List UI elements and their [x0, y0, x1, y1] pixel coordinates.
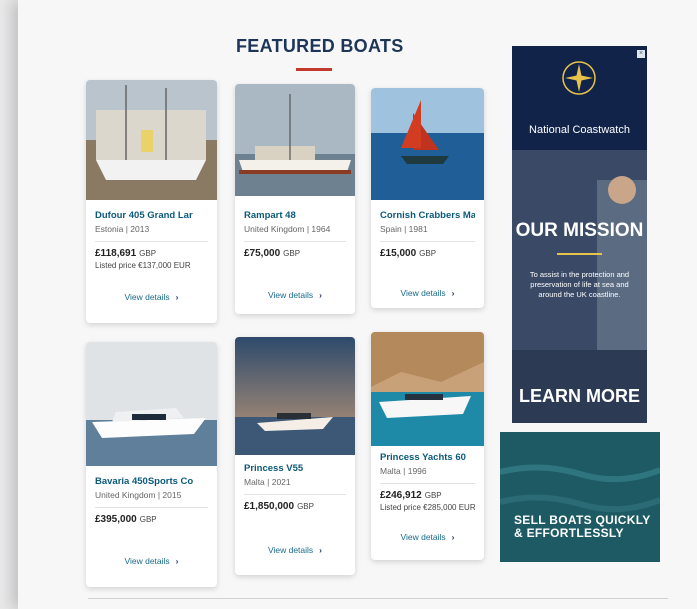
divider [95, 241, 208, 242]
boat-photo[interactable] [371, 88, 484, 200]
boat-name[interactable]: Princess V55 [244, 463, 346, 474]
boat-currency: GBP [139, 249, 157, 258]
section-title: FEATURED BOATS [236, 36, 404, 56]
boat-photo[interactable] [86, 80, 217, 200]
boat-name[interactable]: Rampart 48 [244, 210, 346, 221]
boat-name[interactable]: Bavaria 450Sports Co [95, 476, 208, 487]
divider [244, 241, 346, 242]
view-details-label[interactable]: View details [268, 290, 313, 300]
boat-name[interactable]: Cornish Crabbers Mar [380, 210, 475, 221]
view-details-label[interactable]: View details [400, 532, 445, 542]
boat-currency: GBP [283, 249, 301, 258]
view-details-link[interactable]: View details › [235, 290, 355, 300]
view-details-link[interactable]: View details › [235, 545, 355, 555]
boat-location: Estonia | 2013 [95, 224, 150, 234]
boat-photo[interactable] [371, 332, 484, 446]
compass-logo-icon [562, 61, 596, 95]
boat-name[interactable]: Dufour 405 Grand Lar [95, 210, 208, 221]
boat-price: £118,691 [95, 248, 137, 259]
ad-water-background [500, 432, 660, 562]
view-details-link[interactable]: View details › [371, 532, 484, 542]
chevron-right-icon: › [451, 532, 455, 542]
view-details-link[interactable]: View details › [86, 292, 217, 302]
boat-location: Malta | 1996 [380, 466, 427, 476]
boat-listed-price: Listed price €285,000 EUR [380, 503, 476, 512]
page: FEATURED BOATS Dufour 405 Grand Lar Esto… [18, 0, 697, 609]
boat-card[interactable]: Dufour 405 Grand Lar Estonia | 2013 £118… [86, 80, 217, 323]
boat-price: £15,000 [380, 248, 417, 259]
boat-currency: GBP [419, 249, 437, 258]
chevron-right-icon: › [319, 545, 323, 555]
ad-close-icon[interactable]: × [637, 50, 645, 58]
boat-location: United Kingdom | 2015 [95, 490, 182, 500]
boat-card[interactable]: Princess V55 Malta | 2021 £1,850,000 GBP … [235, 337, 355, 575]
view-details-label[interactable]: View details [124, 556, 169, 566]
sell-ad-headline[interactable]: SELL BOATS QUICKLY & EFFORTLESSLY [514, 514, 654, 540]
learn-more-button[interactable]: LEARN MORE [512, 386, 647, 407]
divider [95, 507, 208, 508]
boat-currency: GBP [297, 502, 314, 511]
boat-photo[interactable] [235, 84, 355, 196]
boat-currency: GBP [424, 491, 442, 500]
divider [380, 241, 475, 242]
boat-price: £75,000 [244, 248, 281, 259]
boat-price: £1,850,000 [244, 501, 295, 512]
ad-body-text: To assist in the protection and preserva… [529, 270, 630, 299]
boat-location: United Kingdom | 1964 [244, 224, 331, 234]
boat-photo[interactable] [86, 342, 217, 466]
boat-card[interactable]: Princess Yachts 60 Malta | 1996 £246,912… [371, 332, 484, 560]
view-details-link[interactable]: View details › [86, 556, 217, 566]
boat-currency: GBP [139, 515, 157, 524]
view-details-label[interactable]: View details [268, 545, 313, 555]
ad-brand: National Coastwatch [529, 124, 630, 136]
boat-price: £246,912 [380, 490, 422, 501]
ad-headline: OUR MISSION [515, 220, 644, 241]
page-bottom-divider [88, 598, 668, 599]
divider [380, 483, 475, 484]
boat-photo[interactable] [235, 337, 355, 455]
boat-card[interactable]: Bavaria 450Sports Co United Kingdom | 20… [86, 342, 217, 587]
boat-listed-price: Listed price €137,000 EUR [95, 261, 191, 270]
title-underline [296, 68, 332, 71]
boat-card[interactable]: Cornish Crabbers Mar Spain | 1981 £15,00… [371, 88, 484, 308]
boat-name[interactable]: Princess Yachts 60 [380, 452, 475, 463]
chevron-right-icon: › [319, 290, 323, 300]
boat-price: £395,000 [95, 514, 137, 525]
chevron-right-icon: › [175, 292, 179, 302]
chevron-right-icon: › [175, 556, 179, 566]
chevron-right-icon: › [451, 288, 455, 298]
divider [244, 494, 346, 495]
sell-boats-ad[interactable]: SELL BOATS QUICKLY & EFFORTLESSLY [500, 432, 660, 562]
view-details-label[interactable]: View details [400, 288, 445, 298]
boat-location: Spain | 1981 [380, 224, 428, 234]
ad-divider [557, 253, 602, 255]
coastwatch-ad[interactable]: National Coastwatch OUR MISSION To assis… [512, 46, 647, 423]
boat-card[interactable]: Rampart 48 United Kingdom | 1964 £75,000… [235, 84, 355, 314]
boat-location: Malta | 2021 [244, 477, 291, 487]
view-details-label[interactable]: View details [124, 292, 169, 302]
view-details-link[interactable]: View details › [371, 288, 484, 298]
